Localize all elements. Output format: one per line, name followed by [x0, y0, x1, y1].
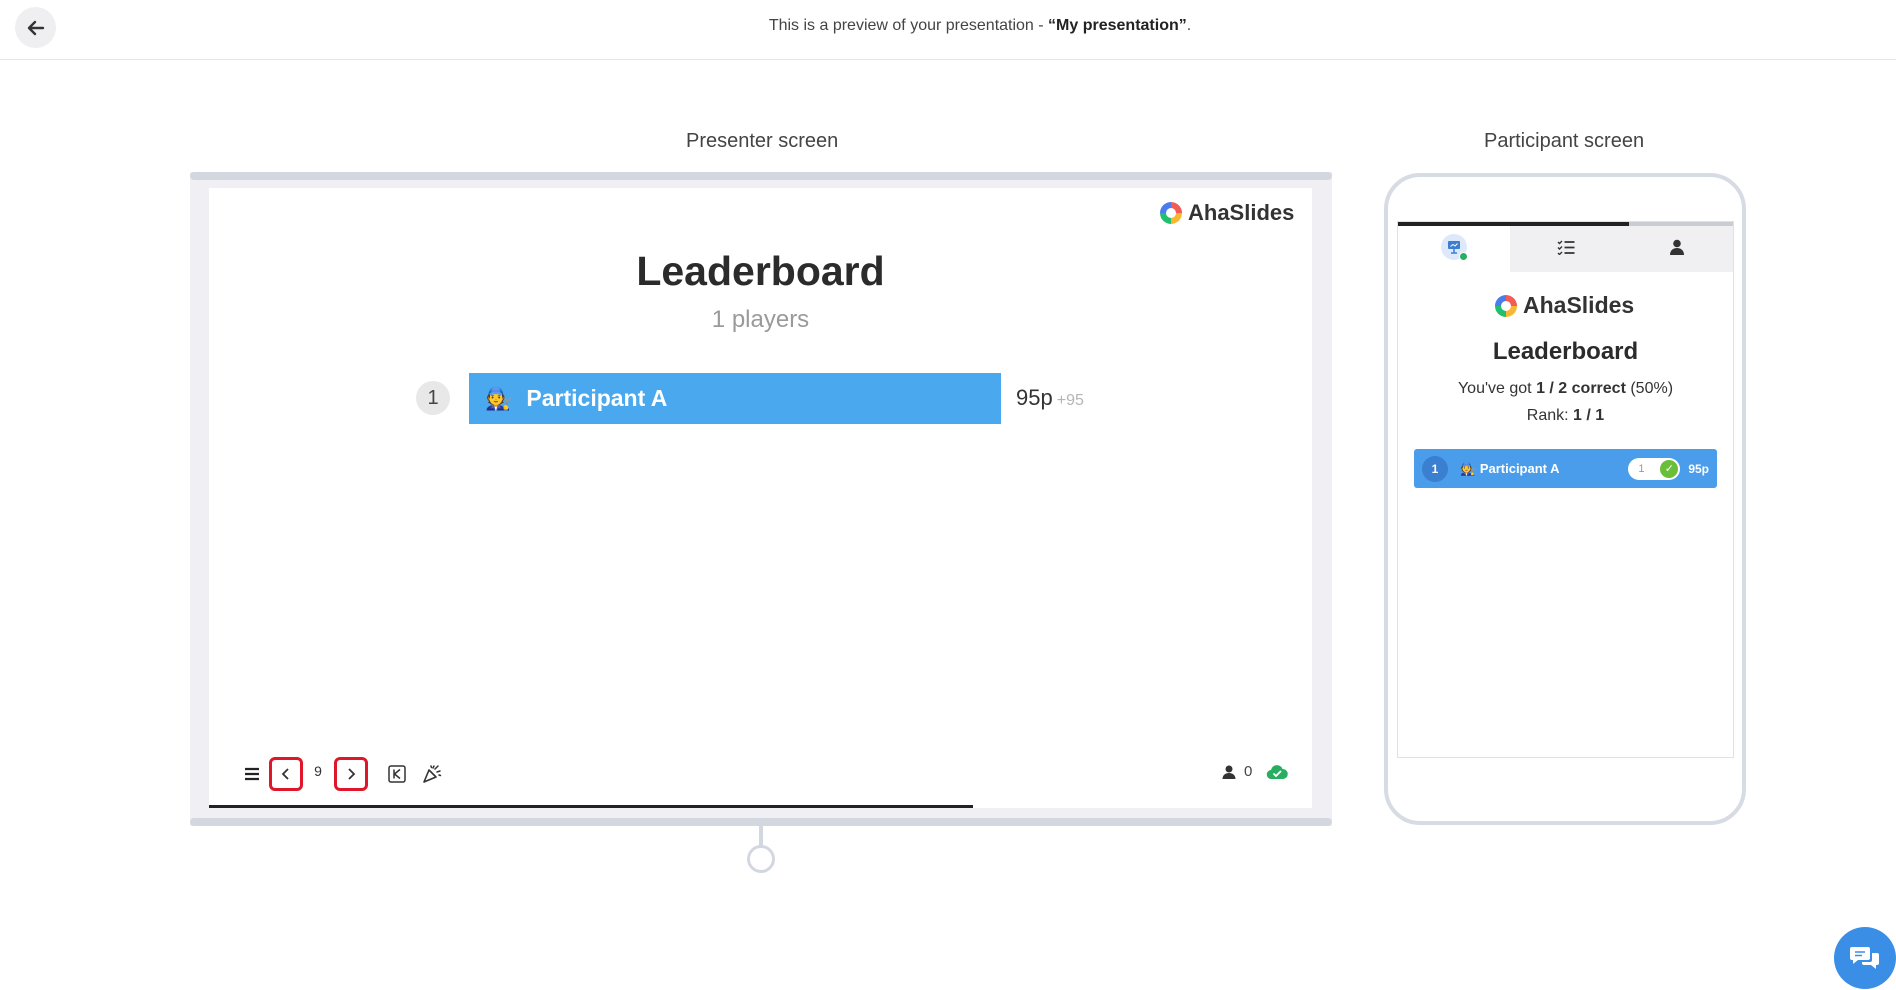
presenter-stand [759, 826, 763, 846]
tab-questions[interactable] [1510, 222, 1622, 272]
user-icon [1670, 239, 1685, 255]
tab-profile[interactable] [1621, 222, 1733, 272]
streak-toggle: 1 ✓ [1628, 457, 1681, 480]
preview-notice: This is a preview of your presentation -… [0, 17, 1896, 35]
keyboard-k-icon [388, 765, 406, 783]
correct-summary: You've got 1 / 2 correct (50%) [1397, 380, 1734, 398]
brand-name: AhaSlides [1523, 292, 1635, 318]
participant-leaderboard-title: Leaderboard [1492, 338, 1639, 365]
score-value: 95p [1016, 385, 1053, 410]
player-score: 95p [1688, 461, 1709, 476]
preview-prefix: This is a preview of your presentation - [768, 17, 1049, 34]
players-count: 1 players [711, 306, 810, 333]
correct-prefix: You've got [1457, 380, 1537, 397]
chat-support-button[interactable] [1834, 927, 1896, 989]
party-popper-icon [423, 765, 442, 783]
participant-screen-label: Participant screen [1484, 130, 1645, 152]
check-icon: ✓ [1660, 459, 1679, 478]
presenter-frame-bottom [190, 818, 1332, 826]
phone-progress-bar [1398, 222, 1629, 226]
participant-tabs [1398, 222, 1733, 272]
presentation-name: “My presentation” [1048, 17, 1187, 34]
presenter-logo: AhaSlides [1160, 200, 1294, 226]
chevron-right-icon [348, 768, 356, 780]
checklist-icon [1557, 240, 1574, 255]
ahaslides-logo-icon [1495, 294, 1517, 317]
tab-presentation[interactable] [1398, 222, 1510, 272]
leaderboard-bar: 🧑‍🔧 Participant A [469, 373, 1001, 424]
chevron-left-icon [281, 768, 289, 780]
participants-count: 0 [1244, 763, 1253, 780]
previous-slide-button[interactable] [269, 757, 303, 791]
rank-badge: 1 [416, 381, 450, 415]
ahaslides-logo-icon [1160, 202, 1182, 224]
player-name: 🧑‍🔧 Participant A [1460, 461, 1628, 477]
rank-value: 1 / 1 [1573, 407, 1605, 424]
chat-bubbles-icon [1850, 947, 1879, 969]
correct-percent: (50%) [1625, 380, 1674, 397]
rank-prefix: Rank: [1526, 407, 1574, 424]
participant-logo: AhaSlides [1495, 292, 1634, 319]
player-name-text: Participant A [1479, 460, 1560, 476]
rank-summary: Rank: 1 / 1 [1397, 407, 1734, 425]
slide-progress-bar [209, 805, 973, 808]
participant-leaderboard-row: 1 🧑‍🔧 Participant A 1 ✓ 95p [1414, 449, 1717, 488]
hamburger-menu-icon [245, 767, 259, 781]
presentation-icon [1447, 241, 1460, 254]
online-dot [1458, 252, 1468, 261]
avatar: 🧑‍🔧 [1460, 460, 1477, 476]
status-area: 0 [1222, 763, 1289, 780]
presenter-screen-label: Presenter screen [686, 130, 839, 152]
top-bar: This is a preview of your presentation -… [0, 0, 1896, 60]
user-icon [1222, 765, 1236, 779]
score-delta: +95 [1056, 392, 1084, 409]
cloud-check-icon [1267, 764, 1289, 779]
current-slide-number: 9 [314, 763, 322, 779]
preview-suffix: . [1186, 17, 1192, 34]
next-slide-button[interactable] [334, 757, 368, 791]
rank-badge: 1 [1422, 455, 1448, 482]
presenter-frame-top [190, 172, 1332, 180]
leaderboard-title: Leaderboard [636, 248, 885, 294]
brand-name: AhaSlides [1188, 200, 1295, 225]
streak-value: 1 [1638, 462, 1645, 475]
presenter-stand-knob [747, 845, 775, 873]
presentation-tab-badge [1440, 234, 1468, 261]
player-score: 95p +95 [1016, 385, 1084, 411]
menu-button[interactable] [242, 764, 262, 784]
keyboard-shortcuts-button[interactable] [387, 764, 407, 784]
correct-count: 1 / 2 correct [1536, 380, 1626, 397]
player-name: Participant A [526, 385, 668, 411]
celebration-button[interactable] [421, 763, 443, 785]
avatar: 🧑‍🔧 [485, 385, 513, 411]
